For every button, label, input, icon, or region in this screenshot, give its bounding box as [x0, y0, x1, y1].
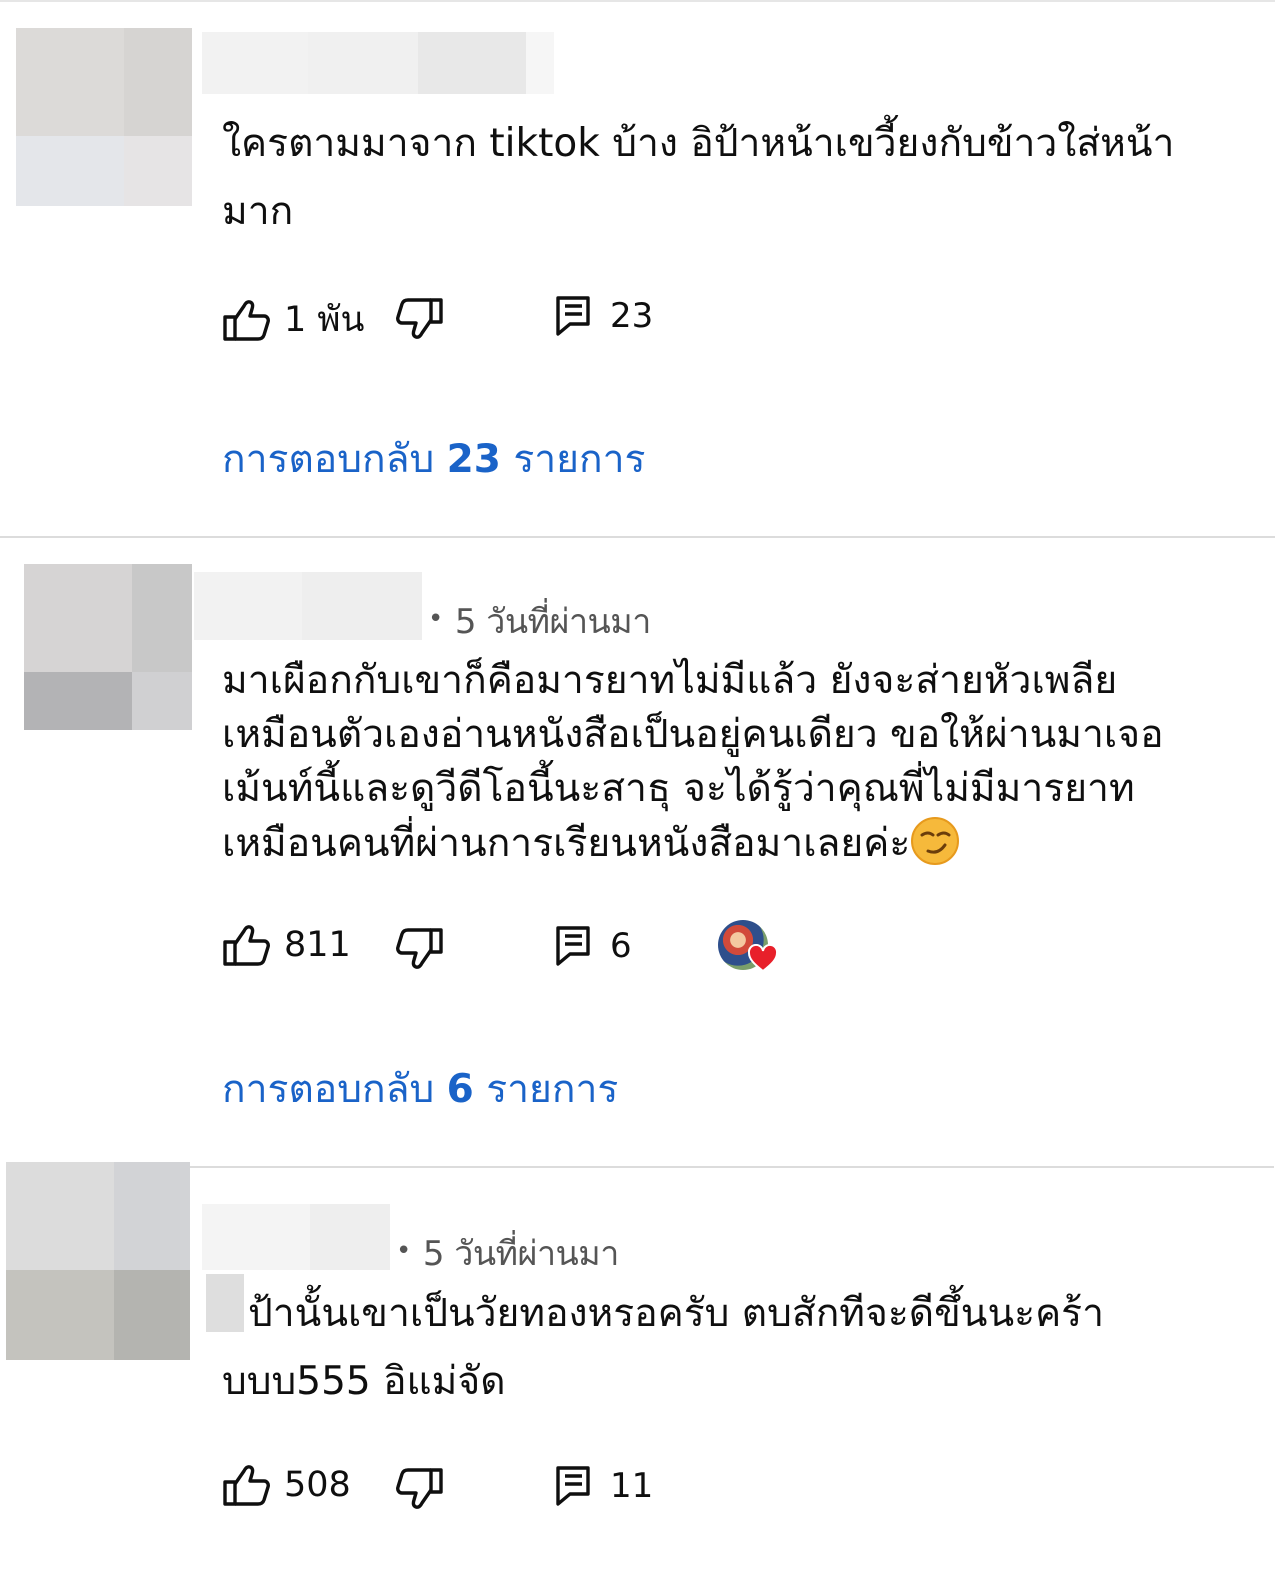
- reply-count: 6: [610, 926, 632, 966]
- like-count: 1 พัน: [284, 300, 365, 340]
- avatar[interactable]: [16, 28, 192, 206]
- comment-icon: [556, 1466, 590, 1506]
- dislike-button[interactable]: [396, 296, 444, 342]
- comment-timestamp: • 5 วันที่ผ่านมา: [428, 602, 651, 642]
- like-button[interactable]: 811: [222, 922, 351, 968]
- dislike-button[interactable]: [396, 1466, 444, 1512]
- thumbs-down-icon: [396, 928, 443, 969]
- comment-text: มาเผือกกับเขาก็คือมารยาทไม่มีแล้ว ยังจะส…: [222, 658, 1164, 866]
- author-name[interactable]: [202, 1204, 390, 1270]
- comment-text: ป้านั้นเขาเป็นวัยทองหรอครับ ตบสักทีจะดีข…: [222, 1291, 1105, 1404]
- top-divider: [0, 0, 1275, 2]
- avatar[interactable]: [24, 564, 192, 730]
- thumbs-up-icon: [223, 299, 270, 341]
- author-name[interactable]: [194, 572, 422, 640]
- smirking-face-emoji: [911, 817, 960, 865]
- comment-icon: [556, 296, 590, 336]
- comment-timestamp: • 5 วันที่ผ่านมา: [396, 1234, 619, 1274]
- view-replies-link[interactable]: การตอบกลับ 23 รายการ: [222, 428, 646, 490]
- thumbs-down-icon: [396, 298, 443, 339]
- reply-count: 11: [610, 1466, 654, 1506]
- thumbs-up-icon: [223, 925, 270, 966]
- like-button[interactable]: 1 พัน: [222, 292, 364, 347]
- view-replies-link[interactable]: การตอบกลับ 6 รายการ: [222, 1058, 618, 1120]
- reply-button[interactable]: 23: [556, 296, 653, 336]
- like-count: 508: [284, 1465, 351, 1505]
- creator-heart-badge: [718, 920, 778, 980]
- thread-divider: [6, 1166, 1274, 1168]
- reply-button[interactable]: 11: [556, 1466, 653, 1506]
- thumbs-up-icon: [223, 1465, 270, 1506]
- comment-text: ใครตามมาจาก tiktok บ้าง อิป้าหน้าเขวี้ยง…: [222, 121, 1175, 234]
- comment-icon: [556, 926, 590, 966]
- author-name[interactable]: [202, 32, 554, 94]
- dislike-button[interactable]: [396, 926, 444, 972]
- thread-divider: [0, 536, 1275, 538]
- like-count: 811: [284, 925, 351, 965]
- thumbs-down-icon: [396, 1468, 443, 1509]
- like-button[interactable]: 508: [222, 1462, 351, 1508]
- reply-count: 23: [610, 296, 654, 336]
- creator-heart-icon: [748, 944, 778, 972]
- reply-button[interactable]: 6: [556, 926, 632, 966]
- avatar[interactable]: [6, 1162, 190, 1360]
